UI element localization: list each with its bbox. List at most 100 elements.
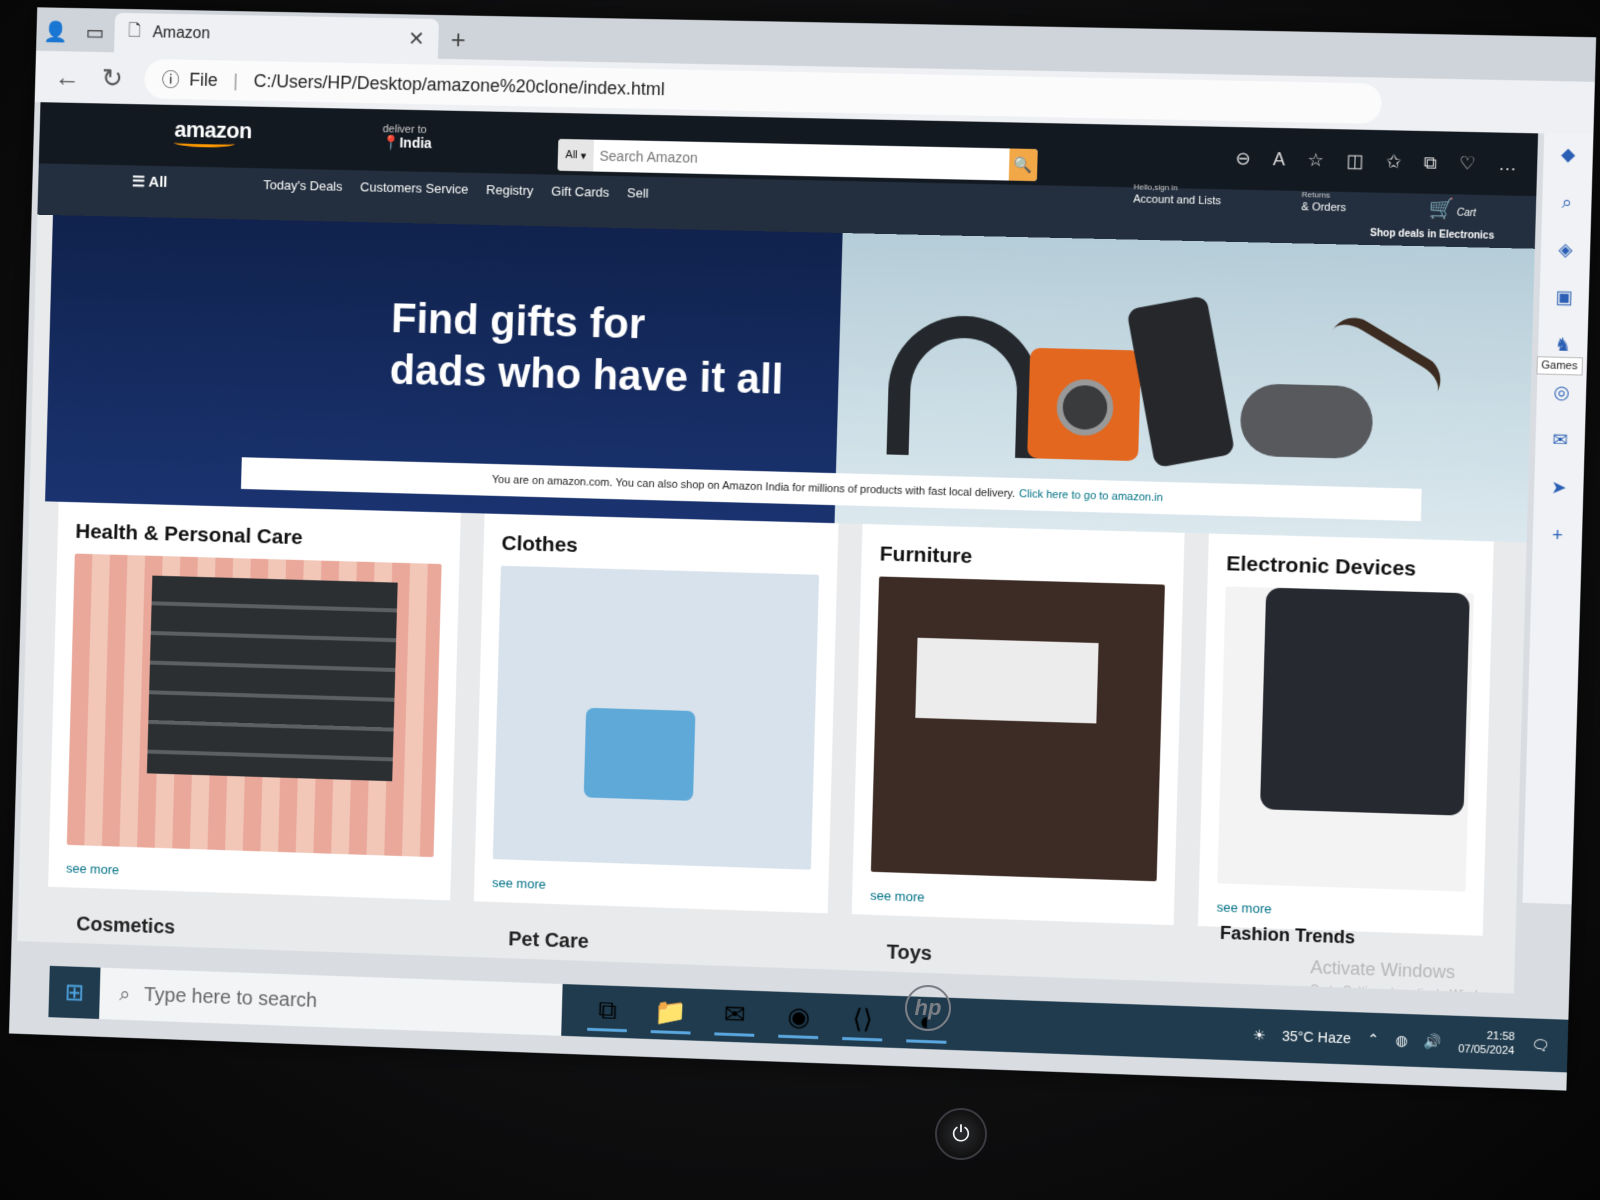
tag-icon[interactable]: ◈ bbox=[1558, 239, 1573, 261]
power-button-icon[interactable]: ⏻ bbox=[935, 1108, 987, 1160]
account-lists[interactable]: Hello,sign in Account and Lists bbox=[1133, 181, 1222, 207]
info-icon[interactable]: ⓘ bbox=[162, 66, 180, 92]
notice-link[interactable]: Click here to go to amazon.in bbox=[1019, 488, 1163, 504]
nav-sell[interactable]: Sell bbox=[627, 185, 649, 200]
taskbar-search-placeholder: Type here to search bbox=[143, 983, 318, 1012]
office-icon[interactable]: ◎ bbox=[1553, 382, 1570, 404]
nav-all-menu[interactable]: ☰ All bbox=[132, 172, 168, 191]
collections-icon[interactable]: ⧉ bbox=[1423, 152, 1437, 174]
url-scheme: File bbox=[189, 69, 219, 90]
hp-logo: hp bbox=[905, 985, 951, 1031]
browser-toolbar-icons: ⊖ A ☆ ◫ ✩ ⧉ ♡ … bbox=[1234, 127, 1538, 196]
card-title: Furniture bbox=[879, 542, 973, 569]
search-icon[interactable]: ⌕ bbox=[1561, 192, 1572, 213]
nav-registry[interactable]: Registry bbox=[486, 182, 534, 198]
search-input[interactable] bbox=[593, 139, 1010, 181]
page-icon: 🗋 bbox=[128, 22, 142, 40]
system-tray: ☀ 35°C Haze ⌃ ◍ 🔊 21:58 07/05/2024 🗨 bbox=[1253, 1021, 1568, 1061]
volume-icon[interactable]: 🔊 bbox=[1424, 1032, 1442, 1050]
nav-gift-cards[interactable]: Gift Cards bbox=[551, 183, 609, 199]
url-path: C:/Users/HP/Desktop/amazone%20clone/inde… bbox=[253, 70, 666, 99]
weather-icon[interactable]: ☀ bbox=[1253, 1026, 1266, 1044]
copilot-icon[interactable]: ◆ bbox=[1561, 144, 1576, 166]
tab-actions-icon[interactable]: ▭ bbox=[75, 12, 115, 52]
see-more-link[interactable]: see more bbox=[66, 861, 433, 888]
outlook-icon[interactable]: ✉ bbox=[1552, 430, 1568, 452]
orders-label: & Orders bbox=[1301, 201, 1347, 215]
file-explorer-icon[interactable]: 📁 bbox=[650, 993, 692, 1035]
logo-text: amazon bbox=[174, 116, 253, 144]
notification-icon[interactable]: 🗨 bbox=[1531, 1036, 1550, 1054]
chrome-icon[interactable]: ◉ bbox=[778, 997, 820, 1040]
nav-todays-deals[interactable]: Today's Deals bbox=[263, 177, 343, 194]
card-clothes[interactable]: Clothes see more bbox=[473, 513, 839, 914]
task-view-icon[interactable]: ⧉ bbox=[587, 990, 628, 1033]
card-toys-title[interactable]: Toys bbox=[886, 941, 932, 966]
see-more-link[interactable]: see more bbox=[1216, 899, 1465, 923]
category-cards: Health & Personal Care see more Clothes … bbox=[48, 501, 1516, 937]
deliver-location: India bbox=[399, 134, 432, 152]
camera-lens bbox=[1055, 378, 1115, 437]
new-tab-button[interactable]: + bbox=[438, 19, 479, 60]
chevron-up-icon[interactable]: ⌃ bbox=[1367, 1030, 1379, 1048]
orders-small: Returns bbox=[1301, 190, 1331, 200]
search-category-label: All bbox=[565, 148, 578, 162]
tab-amazon[interactable]: 🗋 Amazon ✕ bbox=[114, 12, 439, 59]
card-cosmetics-title[interactable]: Cosmetics bbox=[76, 913, 175, 939]
speaker-image bbox=[1239, 383, 1374, 460]
clock[interactable]: 21:58 07/05/2024 bbox=[1458, 1028, 1515, 1058]
weather-text[interactable]: 35°C Haze bbox=[1282, 1028, 1351, 1047]
search-category-select[interactable]: All ▾ bbox=[557, 138, 595, 172]
profile-icon[interactable]: 👤 bbox=[36, 11, 76, 51]
card-furniture[interactable]: Furniture see more bbox=[851, 523, 1185, 926]
extensions-icon[interactable]: ♡ bbox=[1459, 152, 1476, 174]
card-electronics[interactable]: Electronic Devices see more bbox=[1197, 533, 1494, 936]
network-icon[interactable]: ◍ bbox=[1395, 1031, 1408, 1049]
cart-button[interactable]: 🛒 Cart bbox=[1428, 196, 1476, 222]
close-icon[interactable]: ✕ bbox=[408, 26, 425, 51]
see-more-link[interactable]: see more bbox=[870, 888, 1156, 913]
tab-title: Amazon bbox=[152, 24, 211, 43]
vscode-icon[interactable]: ⟨⟩ bbox=[842, 1000, 884, 1042]
back-icon[interactable]: ← bbox=[54, 61, 80, 92]
zoom-icon[interactable]: ⊖ bbox=[1235, 148, 1251, 169]
refresh-icon[interactable]: ↻ bbox=[101, 62, 123, 93]
hero-title: Find gifts for dads who have it all bbox=[389, 292, 785, 405]
card-title: Electronic Devices bbox=[1225, 552, 1417, 581]
nav-customer-service[interactable]: Customers Service bbox=[360, 179, 469, 196]
card-petcare-title[interactable]: Pet Care bbox=[508, 928, 589, 954]
camera-image bbox=[1027, 347, 1142, 462]
hero-banner[interactable]: Find gifts for dads who have it all You … bbox=[45, 215, 1535, 543]
taskbar-search[interactable]: ⌕ Type here to search bbox=[99, 967, 563, 1036]
card-health[interactable]: Health & Personal Care see more bbox=[48, 501, 461, 901]
favorite-star-icon[interactable]: ☆ bbox=[1307, 149, 1324, 171]
health-image bbox=[66, 553, 442, 858]
games-icon[interactable]: ♞ bbox=[1554, 334, 1571, 356]
monitor-bezel: 👤 ▭ 🗋 Amazon ✕ + ← ↻ ⓘ File | C:/Users/H… bbox=[0, 0, 1600, 1200]
screen: 👤 ▭ 🗋 Amazon ✕ + ← ↻ ⓘ File | C:/Users/H… bbox=[8, 7, 1597, 1091]
location-pin-icon: 📍 bbox=[382, 134, 400, 151]
see-more-link[interactable]: see more bbox=[492, 875, 810, 901]
more-options-icon[interactable]: … bbox=[1498, 153, 1517, 175]
amazon-logo[interactable]: amazon bbox=[173, 116, 253, 148]
returns-orders[interactable]: Returns & Orders bbox=[1301, 189, 1346, 214]
shop-deals-link[interactable]: Shop deals in Electronics bbox=[1370, 228, 1494, 242]
deliver-to[interactable]: deliver to 📍India bbox=[382, 123, 432, 152]
read-aloud-icon[interactable]: A bbox=[1273, 149, 1286, 170]
mail-icon[interactable]: ✉ bbox=[714, 995, 756, 1037]
hero-title-line2: dads who have it all bbox=[389, 345, 784, 403]
windows-start-icon[interactable]: ⊞ bbox=[48, 966, 100, 1019]
nav-all-label: All bbox=[148, 173, 168, 191]
favorites-icon[interactable]: ✩ bbox=[1386, 151, 1402, 173]
search-icon[interactable]: 🔍 bbox=[1008, 148, 1038, 182]
search-icon: ⌕ bbox=[119, 982, 131, 1005]
furniture-image bbox=[870, 576, 1165, 882]
send-icon[interactable]: ➤ bbox=[1551, 477, 1567, 499]
headphones-image bbox=[886, 314, 1042, 459]
shopping-bag-icon[interactable]: ▣ bbox=[1555, 287, 1573, 309]
clock-date: 07/05/2024 bbox=[1457, 1043, 1515, 1058]
card-fashion-title[interactable]: Fashion Trends bbox=[1220, 923, 1356, 949]
add-icon[interactable]: + bbox=[1552, 525, 1563, 547]
split-screen-icon[interactable]: ◫ bbox=[1346, 150, 1364, 172]
web-page: amazon deliver to 📍India All ▾ 🔍 ⊖ A ☆ ◫ bbox=[17, 102, 1539, 994]
